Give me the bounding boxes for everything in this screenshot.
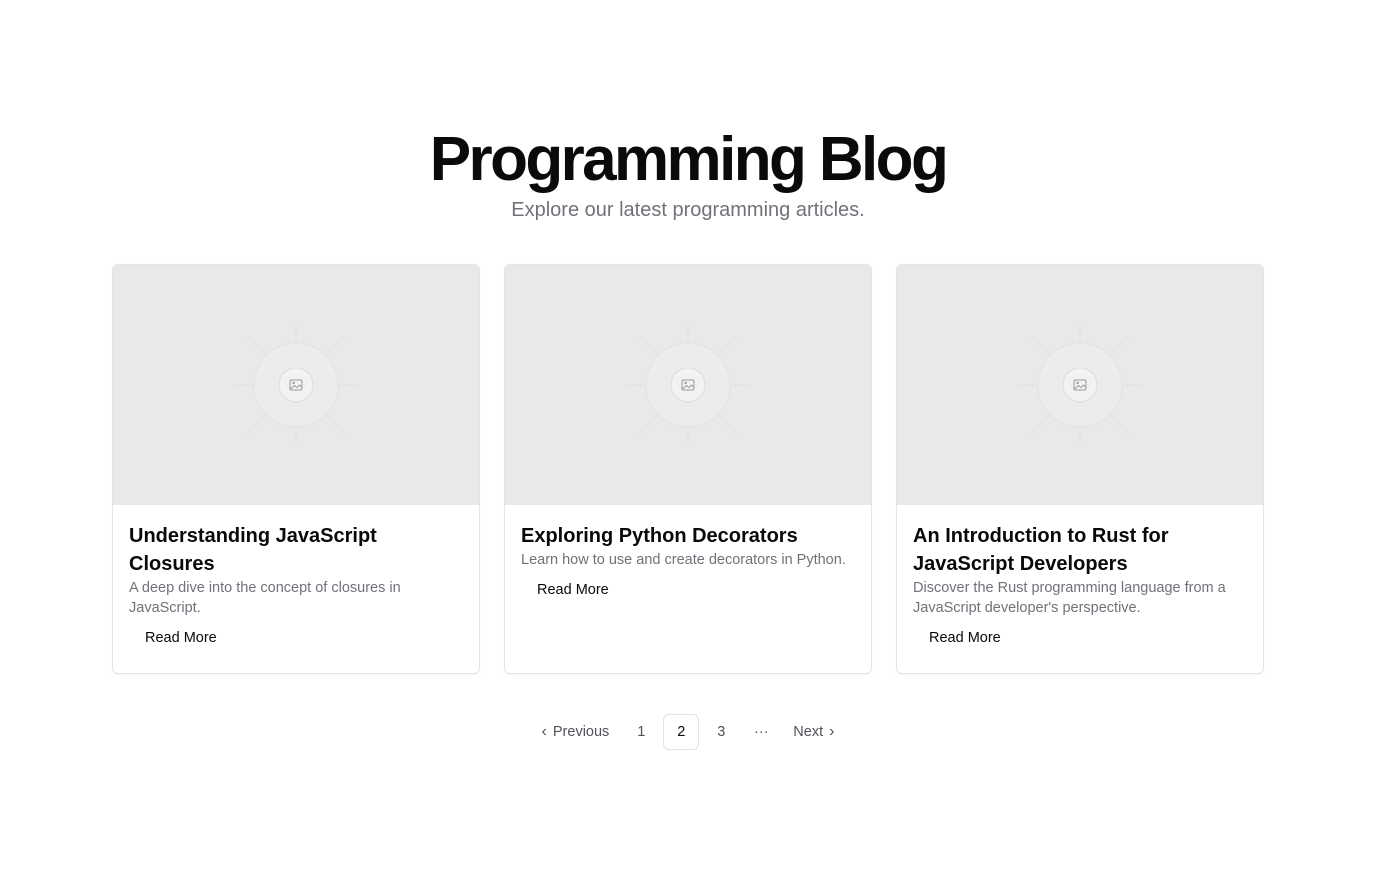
image-placeholder-icon	[1020, 325, 1140, 445]
previous-label: Previous	[552, 724, 610, 740]
page-link-2-current[interactable]: 2	[663, 714, 700, 750]
post-card: Understanding JavaScript Closures A deep…	[112, 264, 480, 674]
post-title[interactable]: Understanding JavaScript Closures	[129, 522, 463, 578]
pagination-ellipsis: ···	[754, 724, 769, 740]
page-subtitle: Explore our latest programming articles.	[511, 199, 865, 221]
page-link-3[interactable]: 3	[703, 714, 739, 750]
post-card: An Introduction to Rust for JavaScript D…	[896, 264, 1264, 674]
post-card: Exploring Python Decorators Learn how to…	[504, 264, 872, 674]
read-more-button[interactable]: Read More	[521, 580, 625, 600]
post-grid: Understanding JavaScript Closures A deep…	[112, 264, 1264, 674]
chevron-left-icon: ‹	[541, 723, 547, 740]
chevron-right-icon: ›	[829, 723, 835, 740]
post-image	[897, 265, 1263, 505]
next-label: Next	[793, 724, 824, 740]
page-title: Programming Blog	[429, 125, 949, 194]
page-link-1[interactable]: 1	[623, 714, 659, 750]
pagination: ‹ Previous 1 2 3 ··· Next ›	[0, 714, 1376, 750]
image-placeholder-icon	[236, 325, 356, 445]
previous-page-button[interactable]: ‹ Previous	[532, 714, 620, 750]
post-title[interactable]: An Introduction to Rust for JavaScript D…	[913, 522, 1247, 578]
next-page-button[interactable]: Next ›	[783, 714, 844, 750]
read-more-button[interactable]: Read More	[913, 628, 1017, 648]
read-more-button[interactable]: Read More	[129, 628, 233, 648]
post-description: Discover the Rust programming language f…	[913, 580, 1226, 616]
post-description: Learn how to use and create decorators i…	[521, 552, 846, 568]
blog-page: Programming Blog Explore our latest prog…	[0, 0, 1376, 878]
post-title[interactable]: Exploring Python Decorators	[521, 522, 855, 550]
post-image	[113, 265, 479, 505]
hero-section: Programming Blog Explore our latest prog…	[0, 124, 1376, 222]
post-description: A deep dive into the concept of closures…	[129, 580, 401, 616]
post-image	[505, 265, 871, 505]
image-placeholder-icon	[628, 325, 748, 445]
